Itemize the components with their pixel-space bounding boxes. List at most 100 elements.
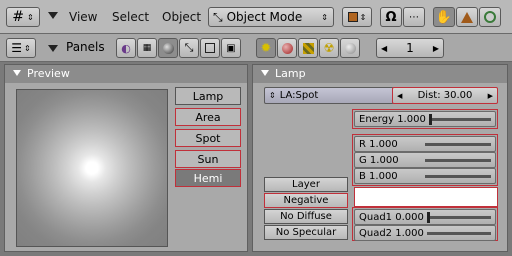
collapse-triangle-icon[interactable] — [48, 45, 58, 52]
collapse-triangle-icon[interactable] — [48, 12, 58, 19]
arrows-icon: ⇕ — [27, 12, 34, 22]
frame-value: 1 — [406, 41, 414, 55]
b-slider[interactable]: B 1.000 — [354, 168, 496, 184]
rotate-button[interactable] — [456, 7, 478, 27]
script-context-button[interactable]: ▦ — [137, 38, 157, 58]
editing-context-button[interactable] — [200, 38, 220, 58]
object-context-button[interactable]: ⤡ — [179, 38, 199, 58]
b-label: B 1.000 — [359, 170, 398, 182]
preview-type-spot[interactable]: Spot — [175, 129, 241, 147]
quad1-label: Quad1 0.000 — [359, 211, 424, 223]
scene-context-button[interactable]: ▣ — [221, 38, 241, 58]
grid-icon: # — [12, 9, 25, 25]
scene-image-icon: ▣ — [226, 42, 236, 54]
preview-panel: Preview Lamp Area Spot Sun Hemi — [4, 64, 248, 252]
lamp-panel-header[interactable]: Lamp — [253, 65, 507, 83]
panels-label: Panels — [66, 40, 105, 54]
preview-title: Preview — [27, 67, 70, 80]
panels-header: ☰ ⇕ Panels ◐ ▦ ⤡ ▣ ✹ ☢ ◀ 1 ▶ — [0, 34, 512, 62]
decrement-arrow-icon[interactable]: ◀ — [397, 92, 402, 100]
draw-type-button[interactable]: ⇕ — [342, 7, 372, 27]
snap-button[interactable]: ⋯ — [403, 7, 425, 27]
quad2-label: Quad2 1.000 — [359, 227, 424, 239]
no-specular-button[interactable]: No Specular — [264, 225, 348, 240]
top-header: # ⇕ View Select Object ⤡ Object Mode ⇕ ⇕… — [0, 0, 512, 34]
world-subcontext-button[interactable] — [340, 38, 360, 58]
script-icon: ▦ — [142, 43, 152, 53]
material-icon — [281, 42, 293, 54]
negative-button[interactable]: Negative — [264, 193, 348, 208]
menu-object[interactable]: Object — [162, 10, 201, 24]
shading-context-button[interactable] — [158, 38, 178, 58]
menu-select[interactable]: Select — [112, 10, 149, 24]
preview-type-area[interactable]: Area — [175, 108, 241, 126]
g-track — [425, 159, 491, 162]
shading-sphere-icon — [162, 42, 174, 54]
no-diffuse-button[interactable]: No Diffuse — [264, 209, 348, 224]
magnet-icon: Ω — [385, 9, 397, 25]
transform-hand-button[interactable]: ✋ — [433, 7, 455, 27]
dist-value: Dist: 30.00 — [417, 90, 473, 101]
editor-type-button-2[interactable]: ☰ ⇕ — [6, 38, 36, 58]
lamp-icon: ✹ — [260, 40, 272, 56]
energy-track — [429, 118, 491, 121]
editing-square-icon — [205, 43, 215, 53]
r-slider[interactable]: R 1.000 — [354, 136, 496, 152]
quad1-knob[interactable] — [427, 212, 430, 223]
arrows-icon: ⇕ — [24, 43, 31, 53]
radiosity-icon: ☢ — [323, 41, 335, 55]
layer-button[interactable]: Layer — [264, 177, 348, 192]
dropdown-arrows-icon: ⇕ — [269, 91, 276, 100]
b-track — [425, 175, 491, 178]
increment-arrow-icon[interactable]: ▶ — [433, 44, 439, 53]
increment-arrow-icon[interactable]: ▶ — [488, 92, 493, 100]
mode-dropdown[interactable]: ⤡ Object Mode ⇕ — [208, 7, 334, 27]
scale-button[interactable] — [479, 7, 501, 27]
energy-label: Energy 1.000 — [359, 113, 426, 125]
logic-icon: ◐ — [121, 41, 131, 55]
lamp-title: Lamp — [275, 67, 306, 80]
energy-knob[interactable] — [429, 114, 432, 125]
frame-number-field[interactable]: ◀ 1 ▶ — [376, 38, 444, 58]
color-swatch[interactable] — [354, 187, 498, 207]
r-track — [425, 143, 491, 146]
quad2-slider[interactable]: Quad2 1.000 — [354, 225, 496, 241]
circle-icon — [484, 11, 496, 23]
collapse-triangle-icon[interactable] — [261, 70, 269, 76]
dropdown-arrows-icon: ⇕ — [321, 12, 328, 22]
dist-field[interactable]: ◀ Dist: 30.00 ▶ — [392, 87, 498, 104]
texture-subcontext-button[interactable] — [298, 38, 318, 58]
texture-icon — [302, 42, 314, 54]
object-axis-icon: ⤡ — [184, 41, 194, 54]
lamp-datablock-selector[interactable]: ⇕ LA:Spot — [264, 87, 394, 104]
r-label: R 1.000 — [359, 138, 398, 150]
preview-render — [16, 89, 168, 247]
list-icon: ☰ — [11, 41, 23, 55]
g-label: G 1.000 — [359, 154, 399, 166]
lamp-subcontext-button[interactable]: ✹ — [256, 38, 276, 58]
material-subcontext-button[interactable] — [277, 38, 297, 58]
menu-view[interactable]: View — [69, 10, 97, 24]
collapse-triangle-icon[interactable] — [13, 70, 21, 76]
preview-panel-header[interactable]: Preview — [5, 65, 247, 83]
preview-type-lamp[interactable]: Lamp — [175, 87, 241, 105]
hand-icon: ✋ — [435, 9, 453, 25]
g-slider[interactable]: G 1.000 — [354, 152, 496, 168]
solid-cube-icon — [347, 12, 358, 22]
preview-type-sun[interactable]: Sun — [175, 150, 241, 168]
radio-subcontext-button[interactable]: ☢ — [319, 38, 339, 58]
preview-type-hemi[interactable]: Hemi — [175, 169, 241, 187]
editor-type-button[interactable]: # ⇕ — [6, 7, 40, 27]
quad1-slider[interactable]: Quad1 0.000 — [354, 209, 496, 225]
world-icon — [344, 42, 356, 54]
decrement-arrow-icon[interactable]: ◀ — [381, 44, 387, 53]
quad1-track — [427, 216, 491, 219]
mode-label: Object Mode — [226, 10, 303, 24]
lamp-name: LA:Spot — [279, 90, 319, 101]
energy-slider[interactable]: Energy 1.000 — [354, 111, 496, 127]
quad2-track — [427, 232, 491, 235]
snap-icon: ⋯ — [409, 11, 419, 23]
arrows-icon: ⇕ — [359, 12, 367, 22]
pivot-button[interactable]: Ω — [380, 7, 402, 27]
logic-context-button[interactable]: ◐ — [116, 38, 136, 58]
